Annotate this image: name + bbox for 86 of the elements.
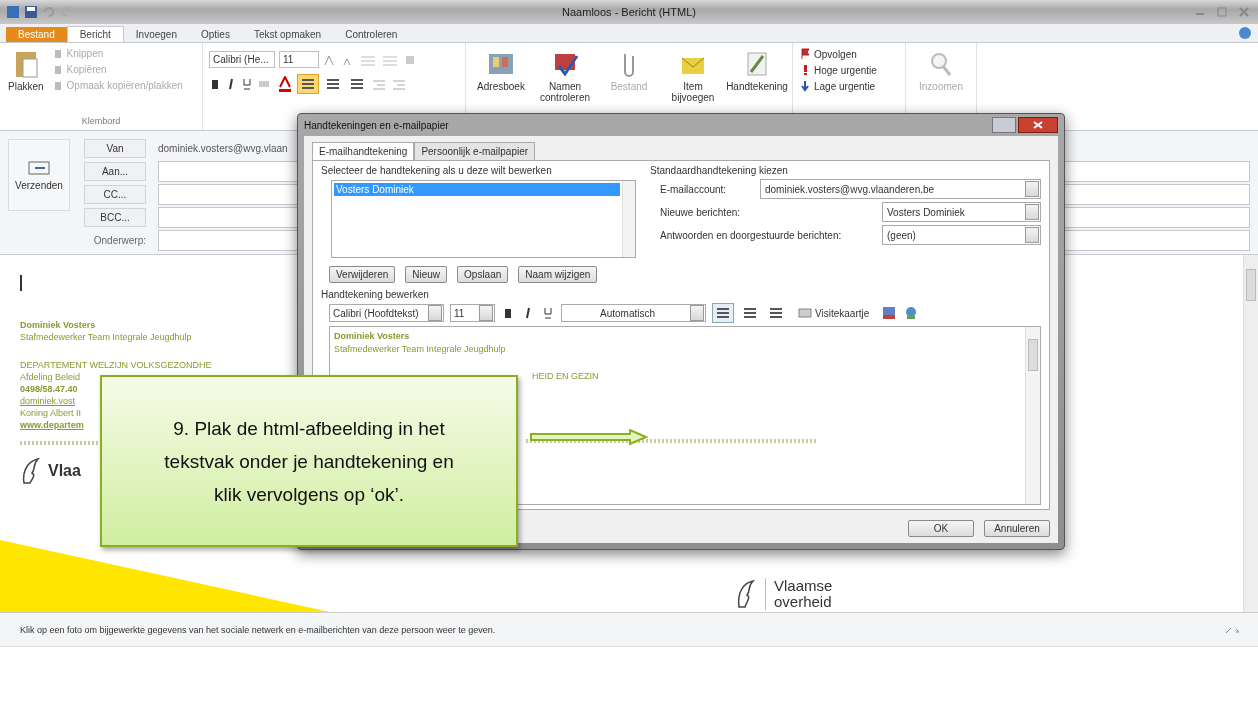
ribbon-tab[interactable]: Bericht — [66, 26, 124, 42]
field-label: Nieuwe berichten: — [660, 206, 742, 218]
signature-line: Dominiek Vosters — [334, 330, 410, 343]
close-button[interactable] — [1018, 117, 1058, 133]
dialog-button[interactable]: OK — [908, 520, 974, 537]
outdent-icon[interactable] — [371, 77, 387, 91]
signature-line: DEPARTEMENT WELZIJN VOLKSGEZONDHE — [20, 359, 212, 371]
close-icon[interactable] — [1236, 6, 1252, 18]
signature-line: 0498/58.47.40 — [20, 383, 78, 395]
scroll-thumb[interactable] — [1028, 339, 1038, 371]
signature-line: Stafmedewerker Team Integrale Jeugdhulp — [334, 343, 506, 356]
font-dropdown[interactable]: Calibri (He... — [209, 51, 275, 68]
dialog-tab[interactable]: E-mailhandtekening — [312, 142, 415, 160]
save-icon[interactable] — [24, 5, 38, 19]
dropdown[interactable]: Vosters Dominiek — [882, 202, 1041, 222]
dialog-button[interactable]: Annuleren — [984, 520, 1050, 537]
business-card-button[interactable]: Visitekaartje — [792, 306, 876, 320]
paste-button[interactable]: Plakken — [6, 47, 46, 107]
ribbon-button[interactable]: Handtekening — [728, 47, 786, 95]
ribbon-button[interactable]: Item bijvoegen — [664, 47, 722, 106]
signature-line: Koning Albert II — [20, 407, 82, 419]
dialog-button[interactable]: Naam wijzigen — [518, 266, 598, 283]
text-cursor — [20, 275, 22, 291]
dialog-button[interactable]: Opslaan — [457, 266, 509, 283]
color-dropdown[interactable]: Automatisch — [561, 304, 706, 322]
tag-button[interactable]: Hoge urgentie — [799, 63, 878, 77]
people-pane-text: Klik op een foto om bijgewerkte gegevens van het sociale netwerk en e-mailberichten van deze persoon weer te geven. — [20, 624, 496, 635]
recipient-button[interactable]: BCC... — [84, 208, 146, 227]
ribbon-button[interactable]: Adresboek — [472, 47, 530, 95]
dialog-tab[interactable]: Persoonlijk e-mailpapier — [414, 142, 536, 160]
subject-label: Onderwerp: — [92, 235, 146, 246]
arrow-icon — [530, 429, 648, 445]
picture-icon[interactable] — [881, 305, 898, 321]
signature-line: dominiek.vost — [20, 395, 76, 407]
ribbon-tab[interactable]: Controleren — [333, 27, 410, 42]
logo-text: Vlaamse — [774, 578, 833, 594]
flag-icon — [800, 48, 810, 60]
dropdown[interactable]: dominiek.vosters@wvg.vlaanderen.be — [760, 179, 1041, 199]
font-size-dropdown[interactable]: 11 — [450, 304, 495, 322]
align-left-icon[interactable] — [297, 74, 319, 94]
maximize-icon[interactable] — [1214, 6, 1230, 18]
field-label: Antwoorden en doorgestuurde berichten: — [660, 229, 843, 241]
align-left-icon[interactable] — [712, 303, 734, 323]
help-icon[interactable] — [1238, 26, 1252, 40]
section-label: Handtekening bewerken — [321, 289, 430, 300]
scroll-thumb[interactable] — [1246, 269, 1256, 301]
from-address: dominiek.vosters@wvg.vlaan — [158, 143, 288, 154]
signature-line: Afdeling Beleid — [20, 371, 81, 383]
envelope-icon — [27, 159, 51, 176]
font-color-icon[interactable] — [277, 76, 293, 92]
signature-line: Stafmedewerker Team Integrale Jeugdhulp — [20, 331, 192, 343]
send-button[interactable]: Verzenden — [8, 139, 70, 211]
scrollbar[interactable] — [1243, 255, 1258, 612]
dialog-title: Handtekeningen en e-mailpapier — [304, 119, 450, 131]
ribbon-tab[interactable]: Tekst opmaken — [241, 27, 334, 42]
signature-line: HEID EN GEZIN — [532, 370, 599, 383]
logo-text: Vlaa — [48, 462, 81, 480]
indent-icon[interactable] — [391, 77, 407, 91]
logo-text: overheid — [774, 594, 833, 610]
section-label: Standaardhandtekening kiezen — [650, 165, 789, 176]
recipient-button[interactable]: Aan... — [84, 162, 146, 181]
ribbon-tab[interactable]: Opties — [189, 27, 242, 42]
signature-line: Dominiek Vosters — [20, 319, 96, 331]
card-icon — [798, 308, 812, 318]
help-button[interactable] — [992, 117, 1016, 133]
field-label: E-mailaccount: — [660, 183, 728, 195]
down-arrow-icon — [800, 80, 810, 92]
window-title: Naamloos - Bericht (HTML) — [561, 6, 697, 18]
group-label: Klembord — [80, 116, 122, 126]
font-size-dropdown[interactable]: 11 — [279, 51, 319, 68]
underline-icon[interactable] — [541, 306, 555, 320]
dropdown[interactable]: (geen) — [882, 225, 1041, 245]
dialog-button[interactable]: Verwijderen — [329, 266, 396, 283]
scrollbar[interactable] — [622, 181, 635, 257]
section-label: Selecteer de handtekening als u deze wilt bewerken — [321, 165, 553, 176]
ribbon-button[interactable]: Namen controleren — [536, 47, 594, 106]
dialog-button[interactable]: Nieuw — [405, 266, 448, 283]
tag-button[interactable]: Lage urgentie — [799, 79, 877, 93]
close-icon — [1033, 121, 1043, 129]
signature-line: www.departem — [20, 419, 84, 431]
ribbon-tab[interactable]: Invoegen — [123, 27, 189, 42]
scrollbar[interactable] — [1025, 327, 1040, 504]
tag-button[interactable]: Opvolgen — [799, 47, 858, 61]
recipient-button[interactable]: CC... — [84, 185, 146, 204]
from-button[interactable]: Van — [84, 139, 146, 158]
font-dropdown[interactable]: Calibri (Hoofdtekst) — [329, 304, 444, 322]
